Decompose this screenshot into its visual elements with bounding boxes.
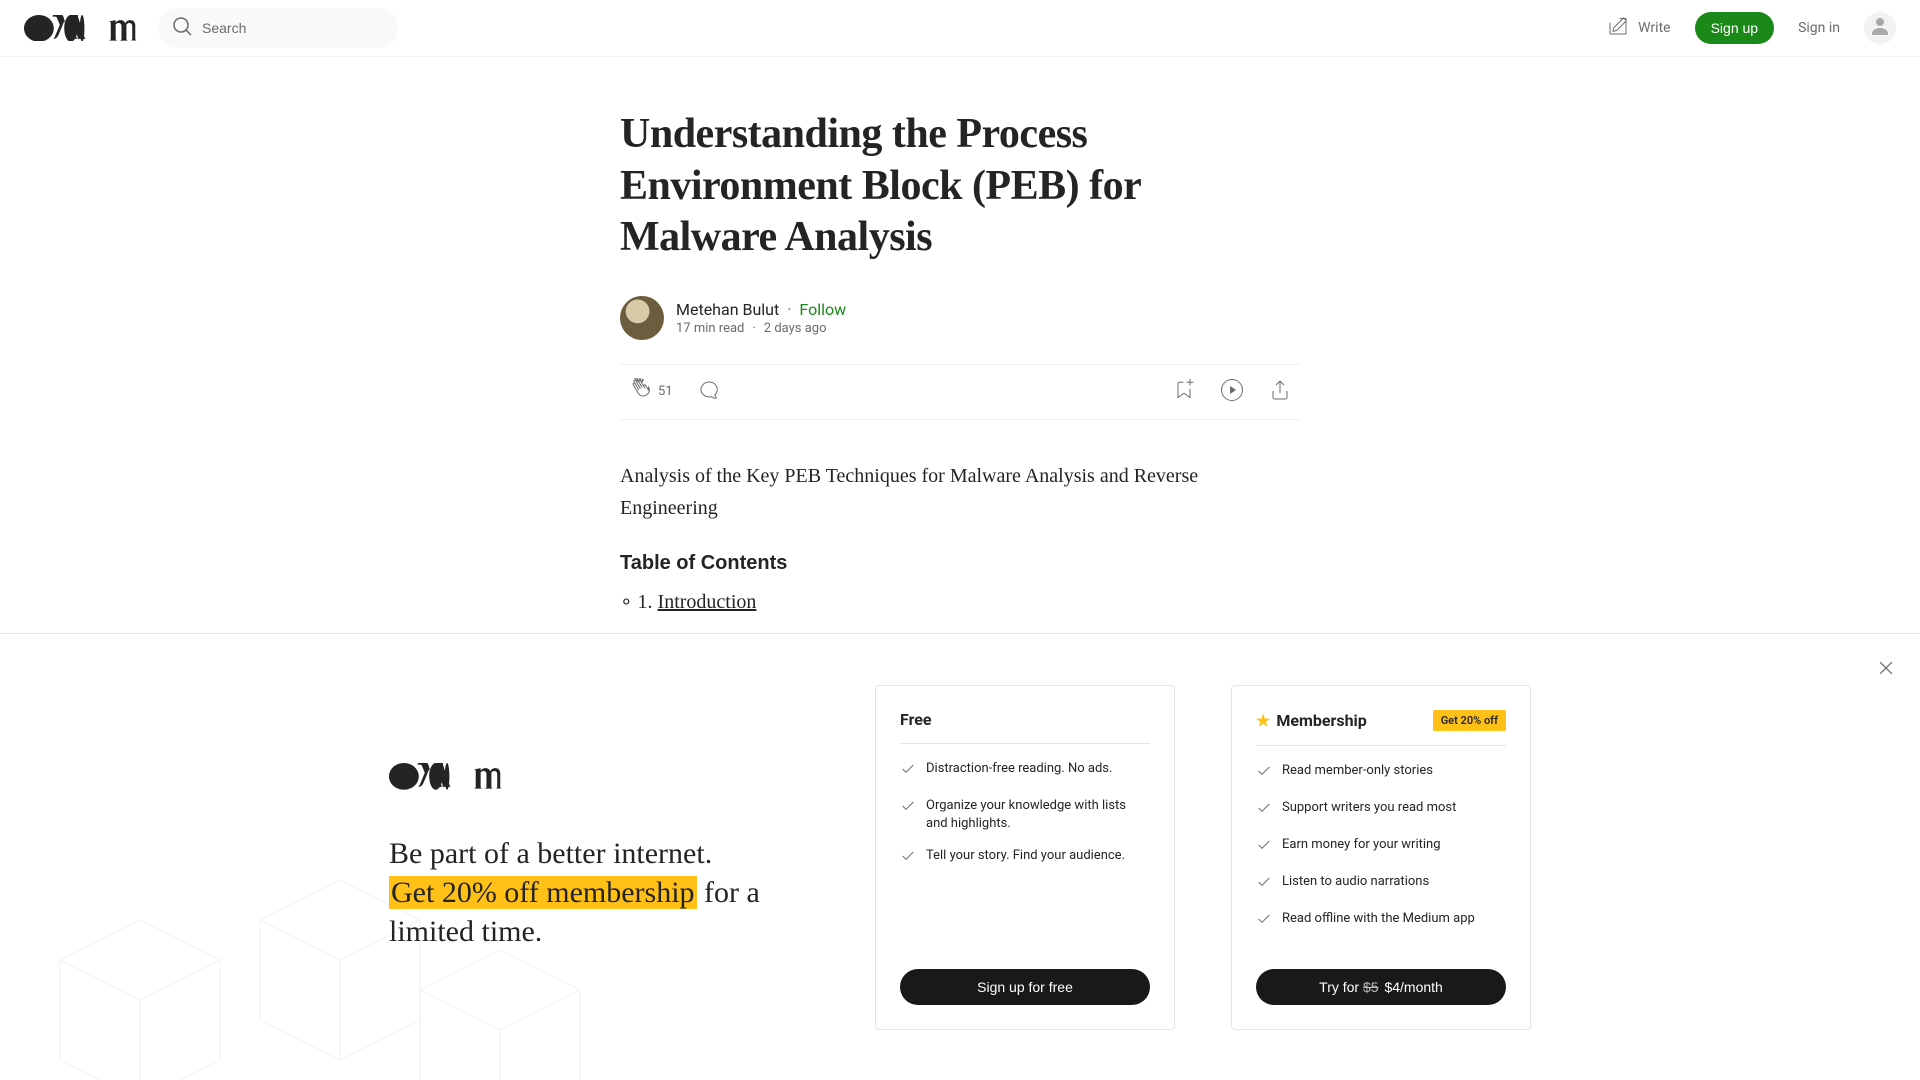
star-icon: ★ <box>1256 711 1270 730</box>
signup-button[interactable]: Sign up <box>1695 12 1774 44</box>
headline-line-1: Be part of a better internet. <box>389 834 819 873</box>
feature-item: Tell your story. Find your audience. <box>900 847 1150 870</box>
write-label: Write <box>1638 20 1670 36</box>
medium-logo[interactable] <box>24 16 142 40</box>
try-membership-button[interactable]: Try for $5 $4/month <box>1256 969 1506 1005</box>
free-plan-card: Free Distraction-free reading. No ads. Or… <box>875 685 1175 1030</box>
publish-date: 2 days ago <box>764 321 827 336</box>
feature-text: Read offline with the Medium app <box>1282 910 1475 933</box>
cta-new-price: $4/month <box>1381 979 1443 995</box>
membership-plan-card: ★ Membership Get 20% off Read member-onl… <box>1231 685 1531 1030</box>
feature-item: Distraction-free reading. No ads. <box>900 760 1150 783</box>
play-icon <box>1220 378 1244 406</box>
author-avatar[interactable] <box>620 296 664 340</box>
feature-text: Distraction-free reading. No ads. <box>926 760 1112 783</box>
discount-badge: Get 20% off <box>1433 710 1506 731</box>
byline: Metehan Bulut · Follow 17 min read · 2 d… <box>620 296 1300 340</box>
byline-text: Metehan Bulut · Follow 17 min read · 2 d… <box>676 300 846 336</box>
feature-item: Read offline with the Medium app <box>1256 910 1506 933</box>
check-icon <box>1256 873 1272 896</box>
feature-text: Organize your knowledge with lists and h… <box>926 797 1150 833</box>
toc-link-introduction[interactable]: Introduction <box>658 591 757 613</box>
follow-link[interactable]: Follow <box>799 300 846 319</box>
paywall-headline: Be part of a better internet. Get 20% of… <box>389 834 819 951</box>
search-box[interactable] <box>158 8 398 48</box>
share-button[interactable] <box>1268 378 1292 406</box>
article-subtitle: Analysis of the Key PEB Techniques for M… <box>620 460 1300 524</box>
header-right: Write Sign up Sign in <box>1606 12 1896 44</box>
read-time: 17 min read <box>676 321 744 336</box>
write-icon <box>1606 14 1630 42</box>
divider <box>1256 745 1506 746</box>
header: Write Sign up Sign in <box>0 0 1920 57</box>
separator-dot: · <box>752 321 755 336</box>
check-icon <box>1256 762 1272 785</box>
signin-link[interactable]: Sign in <box>1798 20 1840 36</box>
membership-features-list: Read member-only stories Support writers … <box>1256 762 1506 934</box>
check-icon <box>900 847 916 870</box>
signup-free-button[interactable]: Sign up for free <box>900 969 1150 1005</box>
profile-avatar-button[interactable] <box>1864 12 1896 44</box>
medium-logo-banner <box>389 763 507 793</box>
free-plan-title: Free <box>900 710 1150 729</box>
toc-item: ∘ 1. Introduction <box>620 585 1300 619</box>
toc-heading: Table of Contents <box>620 552 1300 575</box>
feature-item: Read member-only stories <box>1256 762 1506 785</box>
check-icon <box>900 797 916 833</box>
feature-text: Earn money for your writing <box>1282 836 1441 859</box>
separator-dot: · <box>787 300 791 319</box>
feature-item: Earn money for your writing <box>1256 836 1506 859</box>
engagement-bar: 51 <box>620 364 1300 420</box>
feature-text: Listen to audio narrations <box>1282 873 1429 896</box>
article: Understanding the Process Environment Bl… <box>620 57 1300 619</box>
header-left <box>24 8 398 48</box>
check-icon <box>1256 910 1272 933</box>
feature-text: Read member-only stories <box>1282 762 1433 785</box>
check-icon <box>1256 836 1272 859</box>
feature-item: Support writers you read most <box>1256 799 1506 822</box>
clap-button[interactable]: 51 <box>628 378 673 406</box>
toc-bullet: ∘ 1. <box>620 591 658 613</box>
check-icon <box>900 760 916 783</box>
divider <box>900 743 1150 744</box>
bookmark-button[interactable] <box>1172 378 1196 406</box>
free-features-list: Distraction-free reading. No ads. Organiz… <box>900 760 1150 871</box>
clap-icon <box>628 378 652 406</box>
bookmark-icon <box>1172 378 1196 406</box>
feature-item: Organize your knowledge with lists and h… <box>900 797 1150 833</box>
cta-old-price: $5 <box>1363 979 1379 995</box>
feature-item: Listen to audio narrations <box>1256 873 1506 896</box>
check-icon <box>1256 799 1272 822</box>
listen-button[interactable] <box>1220 378 1244 406</box>
respond-button[interactable] <box>697 378 721 406</box>
headline-highlight: Get 20% off membership <box>389 876 697 909</box>
feature-text: Support writers you read most <box>1282 799 1456 822</box>
share-icon <box>1268 378 1292 406</box>
cta-prefix: Try for <box>1319 979 1363 995</box>
write-link[interactable]: Write <box>1606 14 1670 42</box>
article-title: Understanding the Process Environment Bl… <box>620 109 1300 264</box>
search-icon <box>170 14 194 42</box>
person-icon <box>1868 14 1892 42</box>
search-input[interactable] <box>202 20 382 36</box>
comment-icon <box>697 378 721 406</box>
membership-banner: Be part of a better internet. Get 20% of… <box>0 633 1920 1080</box>
paywall-pitch: Be part of a better internet. Get 20% of… <box>389 763 819 950</box>
membership-plan-title: Membership <box>1276 711 1366 730</box>
feature-text: Tell your story. Find your audience. <box>926 847 1125 870</box>
author-name[interactable]: Metehan Bulut <box>676 300 779 319</box>
clap-count: 51 <box>658 384 673 399</box>
